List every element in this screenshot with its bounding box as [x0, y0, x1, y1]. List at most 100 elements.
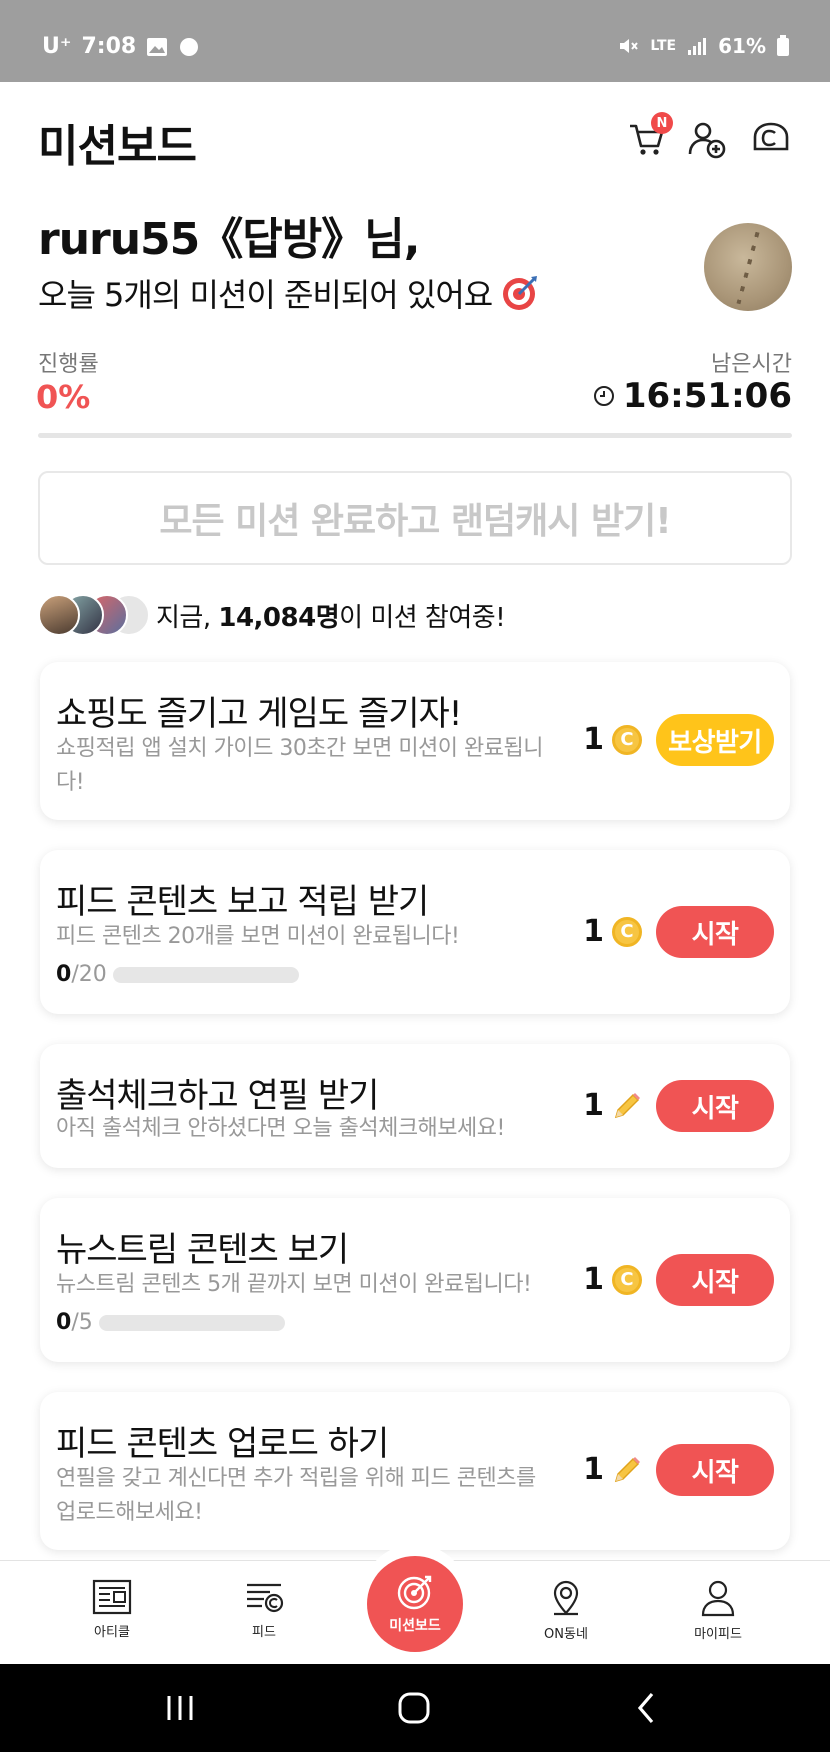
nav-missionboard[interactable]: 미션보드 [367, 1556, 463, 1652]
start-button[interactable]: 시작 [656, 906, 774, 958]
mission-description: 연필을 갖고 계신다면 추가 적립을 위해 피드 콘텐츠를 업로드해보세요! [56, 1466, 536, 1525]
mission-card[interactable]: 쇼핑도 즐기고 게임도 즐기자! 쇼핑적립 앱 설치 가이드 30초간 보면 미… [40, 662, 790, 820]
reward-amount: 1 [583, 722, 604, 757]
article-icon [92, 1579, 132, 1615]
participant-avatar [38, 594, 80, 636]
mute-icon [620, 39, 639, 53]
start-button[interactable]: 시작 [656, 1080, 774, 1132]
progress-done: 0 [56, 1310, 72, 1335]
mission-description: 뉴스트림 콘텐츠 5개 끝까지 보면 미션이 완료됩니다! [56, 1272, 532, 1297]
mission-title: 피드 콘텐츠 업로드 하기 [56, 1424, 389, 1464]
add-friend-button[interactable] [686, 118, 728, 160]
battery-label: 61% [718, 34, 766, 58]
clock-icon [593, 386, 614, 406]
system-navigation-bar [0, 1664, 830, 1752]
chat-bubble-icon [180, 37, 199, 56]
mission-card[interactable]: 피드 콘텐츠 보고 적립 받기 피드 콘텐츠 20개를 보면 미션이 완료됩니다… [40, 850, 790, 1014]
signal-icon [688, 38, 707, 55]
participants-prefix: 지금, [156, 602, 219, 633]
cash-button[interactable] [750, 118, 792, 160]
cash-icon [753, 122, 789, 151]
greeting-section: ruru55《답방》님, 오늘 5개의 미션이 준비되어 있어요 [38, 214, 539, 316]
mission-card[interactable]: 출석체크하고 연필 받기 아직 출석체크 안하셨다면 오늘 출석체크해보세요! … [40, 1044, 790, 1168]
battery-icon [777, 35, 789, 56]
home-icon [398, 1692, 430, 1724]
mission-title: 쇼핑도 즐기고 게임도 즐기자! [56, 694, 462, 734]
mission-reward: 1 [583, 1452, 642, 1487]
coin-icon: C [612, 1264, 642, 1295]
gallery-icon [147, 37, 168, 56]
user-name: ruru55《답방》님, [38, 214, 420, 265]
greeting-subtitle-text: 오늘 5개의 미션이 준비되어 있어요 [38, 275, 493, 314]
reward-amount: 1 [583, 1262, 604, 1297]
page-title: 미션보드 [38, 121, 197, 172]
progress-value: 0% [36, 378, 91, 416]
progress-total: /5 [71, 1310, 93, 1335]
profile-icon [701, 1580, 735, 1617]
participants-row: 지금, 14,084명이 미션 참여중! [38, 592, 506, 638]
app-header: 미션보드 N [0, 82, 830, 192]
pencil-icon [614, 1092, 640, 1118]
back-button[interactable] [622, 1684, 670, 1732]
back-icon [637, 1692, 654, 1724]
remaining-time: 16:51:06 [593, 376, 792, 416]
clock: 7:08 [81, 34, 137, 59]
progress-done: 0 [56, 962, 72, 987]
mission-title: 피드 콘텐츠 보고 적립 받기 [56, 882, 429, 922]
mission-title: 뉴스트림 콘텐츠 보기 [56, 1230, 349, 1270]
recent-apps-button[interactable] [156, 1684, 204, 1732]
start-button[interactable]: 시작 [656, 1444, 774, 1496]
network-label: LTE [650, 38, 677, 54]
nav-on-neighborhood[interactable]: ON동네 [506, 1579, 626, 1642]
participants-text: 지금, 14,084명이 미션 참여중! [156, 597, 506, 634]
start-button[interactable]: 시작 [656, 1254, 774, 1306]
nav-article-label: 아티클 [94, 1625, 130, 1640]
carrier-label: U⁺ [42, 34, 72, 59]
progress-label: 진행률 [38, 352, 99, 377]
participant-avatars [38, 592, 150, 638]
add-user-icon [688, 122, 726, 159]
nav-my-feed[interactable]: 마이피드 [658, 1579, 778, 1642]
claim-reward-button[interactable]: 보상받기 [656, 714, 774, 766]
nav-article[interactable]: 아티클 [52, 1579, 172, 1640]
status-right: LTE 61% [618, 34, 790, 58]
nav-feed[interactable]: 피드 [204, 1579, 324, 1640]
nav-my-feed-label: 마이피드 [694, 1627, 742, 1642]
reward-amount: 1 [583, 1088, 604, 1123]
mission-progress-bar [98, 1314, 285, 1331]
mission-card[interactable]: 피드 콘텐츠 업로드 하기 연필을 갖고 계신다면 추가 적립을 위해 피드 콘… [40, 1392, 790, 1550]
complete-all-reward-button[interactable]: 모든 미션 완료하고 랜덤캐시 받기! [38, 471, 792, 565]
greeting-subtitle: 오늘 5개의 미션이 준비되어 있어요 [38, 270, 539, 316]
reward-amount: 1 [583, 914, 604, 949]
participants-suffix: 이 미션 참여중! [339, 602, 506, 633]
reward-amount: 1 [583, 1452, 604, 1487]
mission-reward: 1 C [583, 914, 642, 949]
status-bar: U⁺ 7:08 LTE 61% [0, 0, 830, 82]
cart-button[interactable]: N [625, 112, 673, 160]
missionboard-target-icon [397, 1575, 432, 1610]
coin-icon: C [612, 724, 642, 755]
target-icon [503, 275, 538, 310]
mission-description: 쇼핑적립 앱 설치 가이드 30초간 보면 미션이 완료됩니다! [56, 736, 544, 795]
nav-on-neighborhood-label: ON동네 [544, 1627, 588, 1642]
mission-progress-bar [112, 966, 299, 983]
coin-icon: C [612, 916, 642, 947]
remaining-time-label: 남은시간 [711, 352, 792, 377]
location-pin-icon [553, 1580, 579, 1616]
mission-reward: 1 C [583, 722, 642, 757]
cart-new-badge: N [651, 112, 673, 134]
progress-total: /20 [71, 962, 107, 987]
remaining-time-value: 16:51:06 [622, 376, 792, 416]
status-left: U⁺ 7:08 [42, 34, 200, 59]
mission-reward: 1 [583, 1088, 642, 1123]
mission-reward: 1 C [583, 1262, 642, 1297]
mission-card[interactable]: 뉴스트림 콘텐츠 보기 뉴스트림 콘텐츠 5개 끝까지 보면 미션이 완료됩니다… [40, 1198, 790, 1362]
nav-feed-label: 피드 [252, 1625, 276, 1640]
participants-count: 14,084명 [218, 602, 340, 633]
home-button[interactable] [390, 1684, 438, 1732]
profile-avatar[interactable] [704, 223, 792, 311]
mission-description: 아직 출석체크 안하셨다면 오늘 출석체크해보세요! [56, 1116, 505, 1141]
nav-missionboard-label: 미션보드 [389, 1618, 441, 1634]
mission-progress: 0/5 [56, 1310, 285, 1335]
pencil-icon [614, 1456, 640, 1482]
